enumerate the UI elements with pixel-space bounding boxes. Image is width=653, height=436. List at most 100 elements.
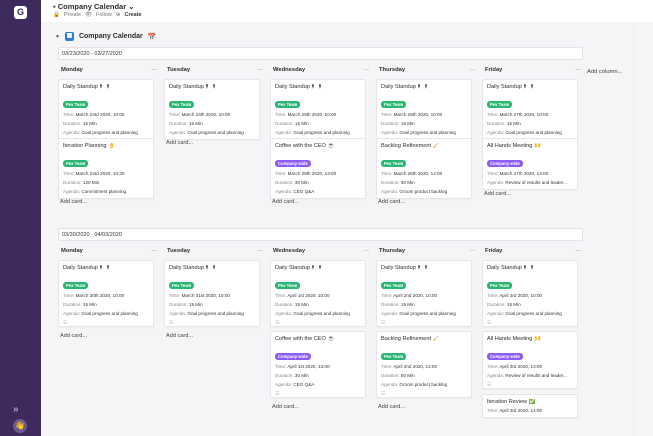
lock-icon: 🔒 (53, 12, 60, 18)
time-label: Time: (63, 171, 75, 176)
card-time-line: Time: March 25th 2020, 10:00 (275, 112, 361, 117)
event-card[interactable]: Coffee with the CEO ☕ Company-wide Time: M… (270, 138, 366, 199)
card-agenda-line: Agenda: Review of results and leader... (487, 373, 573, 378)
event-card[interactable]: Daily Standup🕴🕴 Pex Team Time: March 24th … (164, 79, 260, 140)
agenda-value: Groom product backlog (399, 382, 448, 387)
team-badge: Pex Team (63, 282, 89, 289)
expand-sidebar-icon[interactable]: » (13, 404, 19, 415)
event-card[interactable]: Daily Standup🕴🕴 Pex Team Time: April 1st 2… (270, 260, 366, 327)
add-card-button[interactable]: Add card... (378, 199, 405, 205)
event-card[interactable]: Iteration Planning 👌 Pex Team Time: March … (58, 138, 154, 199)
duration-label: Duration: (487, 302, 506, 307)
card-title: Daily Standup🕴🕴 (381, 265, 430, 271)
event-card[interactable]: Daily Standup🕴🕴 Pex Team Time: April 3rd 2… (482, 260, 578, 327)
event-card[interactable]: Daily Standup🕴🕴 Pex Team Time: March 30th … (58, 260, 154, 327)
card-time-line: Time: March 23rd 2020, 10:30 (63, 171, 149, 176)
duration-value: 30 Min (294, 180, 309, 185)
notes-icon: ☰ (275, 320, 280, 326)
agenda-label: Agenda: (169, 311, 187, 316)
time-value: March 31st 2020, 10:00 (181, 293, 230, 298)
create-button[interactable]: Create (124, 12, 141, 18)
time-value: April 1st 2020, 13:00 (287, 364, 330, 369)
more-options-icon[interactable]: ··· (469, 67, 475, 73)
more-options-icon[interactable]: ··· (151, 248, 157, 254)
card-title: All Hands Meeting 🙌 (487, 143, 541, 149)
card-title: Daily Standup🕴🕴 (381, 84, 430, 90)
duration-label: Duration: (275, 180, 294, 185)
add-card-button[interactable]: Add card... (272, 404, 299, 410)
time-label: Time: (381, 364, 393, 369)
column-header: Friday ··· (482, 244, 584, 258)
time-label: Time: (487, 364, 499, 369)
agenda-value: Groom product backlog (399, 189, 448, 194)
card-agenda-line: Agenda: Review of results and leader... (487, 180, 573, 185)
event-card[interactable]: Backlog Refinement 🧹 Pex Team Time: April … (376, 331, 472, 398)
duration-label: Duration: (275, 121, 294, 126)
more-options-icon[interactable]: ··· (363, 248, 369, 254)
more-options-icon[interactable]: ··· (151, 67, 157, 73)
duration-label: Duration: (63, 302, 82, 307)
week-range-header[interactable]: 03/30/2020 - 04/03/2020 (58, 228, 583, 241)
agenda-label: Agenda: (275, 189, 293, 194)
collapse-icon[interactable]: ▼ (55, 34, 60, 40)
time-label: Time: (169, 293, 181, 298)
time-label: Time: (63, 112, 75, 117)
more-options-icon[interactable]: ··· (575, 67, 581, 73)
agenda-label: Agenda: (169, 130, 187, 135)
doc-icon: ▪ (53, 2, 56, 11)
duration-value: 60 Min (400, 373, 415, 378)
add-card-button[interactable]: Add card... (484, 191, 511, 197)
duration-value: 120 Min (82, 180, 100, 185)
add-card-button[interactable]: Add card... (272, 199, 299, 205)
app-logo[interactable]: G (14, 6, 27, 19)
duration-value: 15 Min (188, 302, 203, 307)
card-duration-line: Duration: 15 Min (169, 121, 255, 126)
event-card[interactable]: Daily Standup🕴🕴 Pex Team Time: March 27th … (482, 79, 578, 140)
page-title[interactable]: ▪ Company Calendar ⌄ (53, 2, 135, 11)
add-card-button[interactable]: Add card... (166, 333, 193, 339)
time-label: Time: (275, 171, 287, 176)
agenda-label: Agenda: (381, 189, 399, 194)
team-badge: Pex Team (381, 101, 407, 108)
agenda-value: Goal progress and planning (81, 130, 138, 135)
week-range-header[interactable]: 03/23/2020 - 03/27/2020 (58, 47, 583, 60)
time-value: March 27th 2020, 13:00 (499, 171, 549, 176)
event-card[interactable]: Daily Standup🕴🕴 Pex Team Time: March 26th … (376, 79, 472, 140)
chevron-down-icon[interactable]: ⌄ (128, 2, 134, 11)
scrollbar[interactable] (633, 22, 653, 436)
event-card[interactable]: Coffee with the CEO ☕ Company-wide Time: A… (270, 331, 366, 398)
event-card[interactable]: Daily Standup🕴🕴 Pex Team Time: April 2nd 2… (376, 260, 472, 327)
event-card[interactable]: Daily Standup🕴🕴 Pex Team Time: March 23rd … (58, 79, 154, 140)
agenda-label: Agenda: (275, 130, 293, 135)
add-card-button[interactable]: Add card... (60, 333, 87, 339)
more-options-icon[interactable]: ··· (257, 67, 263, 73)
event-card[interactable]: All Hands Meeting 🙌 Company-wide Time: Apr… (482, 331, 578, 389)
add-card-button[interactable]: Add card... (60, 199, 87, 205)
column-header: Wednesday ··· (270, 244, 372, 258)
time-value: March 23rd 2020, 10:00 (75, 112, 125, 117)
add-card-button[interactable]: Add card... (378, 404, 405, 410)
event-card[interactable]: Daily Standup🕴🕴 Pex Team Time: March 31st … (164, 260, 260, 327)
add-column-button[interactable]: Add column... (587, 69, 622, 75)
time-label: Time: (381, 293, 393, 298)
more-options-icon[interactable]: ··· (575, 248, 581, 254)
card-time-line: Time: March 23rd 2020, 10:00 (63, 112, 149, 117)
event-card[interactable]: All Hands Meeting 🙌 Company-wide Time: Mar… (482, 138, 578, 190)
event-card[interactable]: Daily Standup🕴🕴 Pex Team Time: March 25th … (270, 79, 366, 140)
card-title: Daily Standup🕴🕴 (275, 84, 324, 90)
card-agenda-line: Agenda: CEO Q&A (275, 382, 361, 387)
column-header: Monday ··· (58, 244, 160, 258)
card-title: Iteration Planning 👌 (63, 143, 116, 149)
team-badge: Pex Team (169, 101, 195, 108)
help-icon[interactable]: 👋 (13, 419, 27, 433)
more-options-icon[interactable]: ··· (363, 67, 369, 73)
event-card[interactable]: Iteration Review ✅ Time: April 3rd 2020, … (482, 394, 578, 418)
more-options-icon[interactable]: ··· (469, 248, 475, 254)
add-card-button[interactable]: Add card... (166, 140, 193, 146)
private-label: Private (63, 12, 81, 18)
more-options-icon[interactable]: ··· (257, 248, 263, 254)
card-title: Daily Standup🕴🕴 (487, 265, 536, 271)
day-column: Friday ··· Daily Standup🕴🕴 Pex Team Time: Ap… (482, 244, 584, 418)
follow-button[interactable]: Follow (96, 12, 112, 18)
event-card[interactable]: Backlog Refinement 🧹 Pex Team Time: March … (376, 138, 472, 199)
